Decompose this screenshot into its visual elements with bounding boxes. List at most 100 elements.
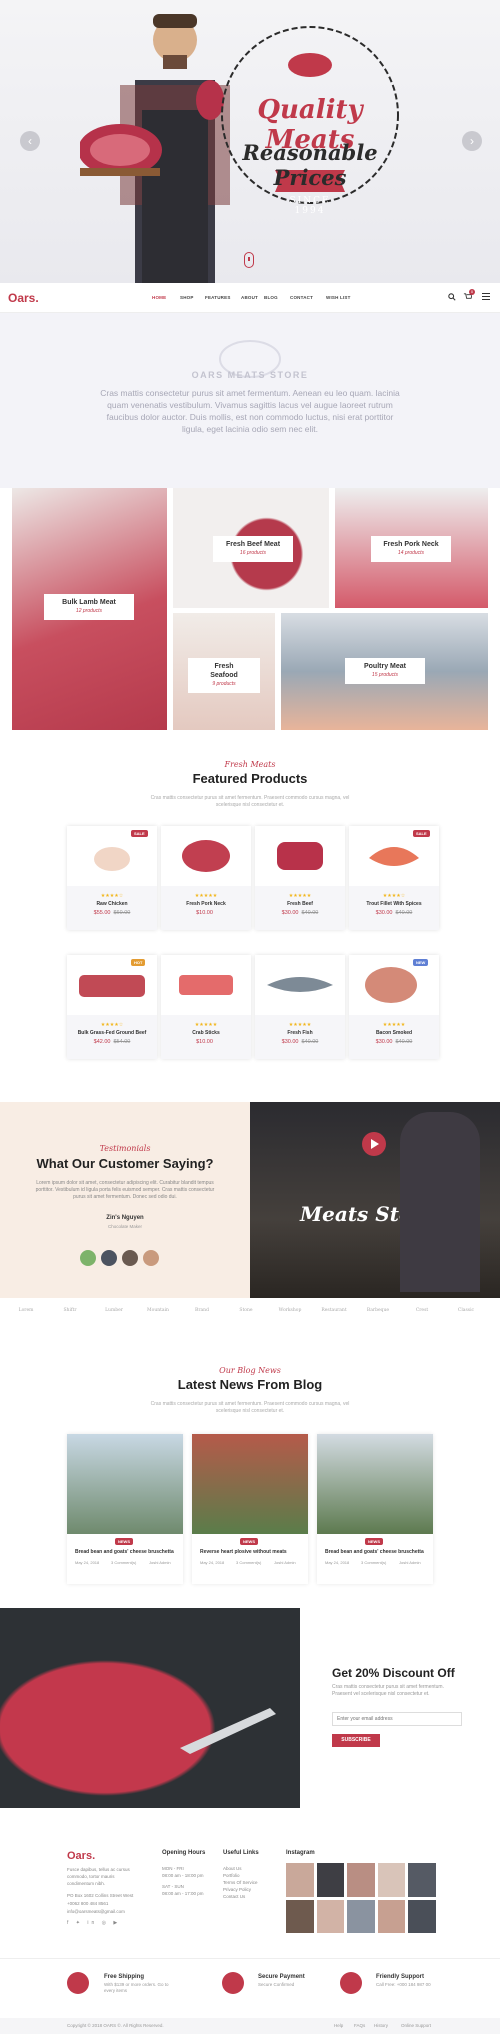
partner-logo[interactable]: Brand <box>184 1308 220 1313</box>
product-name[interactable]: Fresh Fish <box>255 1030 345 1036</box>
instagram-photo[interactable] <box>316 1863 345 1897</box>
instagram-photo[interactable] <box>286 1899 314 1933</box>
product-name[interactable]: Fresh Pork Neck <box>161 901 251 907</box>
product-card[interactable]: ★★★★★ Crab Sticks $10.00 <box>161 955 251 1059</box>
partner-logo[interactable]: Stone <box>228 1308 264 1313</box>
category-tile-beef[interactable]: Fresh Beef Meat 16 products <box>173 488 329 608</box>
avatar[interactable] <box>80 1250 96 1266</box>
product-image[interactable] <box>255 955 345 1015</box>
nav-home[interactable]: HOME <box>152 295 166 300</box>
footer-bottom-link[interactable]: Online Support <box>401 2023 431 2028</box>
slider-next-button[interactable]: › <box>462 131 482 151</box>
blog-image[interactable] <box>67 1434 183 1534</box>
slider-prev-button[interactable]: ‹ <box>20 131 40 151</box>
instagram-photo[interactable] <box>377 1863 406 1897</box>
hero-title-2: Reasonable Prices <box>242 140 378 190</box>
partner-logo[interactable]: Workshop <box>272 1308 308 1313</box>
footer-bottom-link[interactable]: History <box>374 2023 388 2028</box>
social-icons[interactable]: f ✦ in ◎ ▶ <box>67 1920 120 1926</box>
nav-wishlist[interactable]: WISH LIST <box>326 295 351 300</box>
blog-post-author[interactable]: Joshi Admin <box>149 1560 171 1565</box>
product-name[interactable]: Bacon Smoked <box>349 1030 439 1036</box>
product-card[interactable]: SALE ★★★★☆ Trout Fillet With Spices $30.… <box>349 826 439 930</box>
payment-icon <box>222 1972 244 1994</box>
instagram-photo[interactable] <box>377 1899 406 1933</box>
scroll-indicator[interactable] <box>244 252 254 268</box>
partner-logo[interactable]: Classic <box>448 1308 484 1313</box>
subscribe-button[interactable]: SUBSCRIBE <box>332 1734 380 1747</box>
avatar[interactable] <box>101 1250 117 1266</box>
blog-post-title[interactable]: Reverse heart plosive without meats <box>200 1549 287 1555</box>
partner-logo[interactable]: Shiftr <box>52 1308 88 1313</box>
blog-post-author[interactable]: Joshi Admin <box>399 1560 421 1565</box>
product-image[interactable] <box>161 826 251 886</box>
footer-link[interactable]: About Us <box>223 1865 242 1872</box>
partner-logo[interactable]: Mountain <box>140 1308 176 1313</box>
product-card[interactable]: HOT ★★★★☆ Bulk Grass-Fed Ground Beef $42… <box>67 955 157 1059</box>
product-card[interactable]: ★★★★★ Fresh Pork Neck $10.00 <box>161 826 251 930</box>
blog-image[interactable] <box>192 1434 308 1534</box>
nav-features[interactable]: FEATURES <box>205 295 231 300</box>
nav-shop[interactable]: SHOP <box>180 295 194 300</box>
instagram-photo[interactable] <box>408 1863 436 1897</box>
partner-logo[interactable]: Lumber <box>96 1308 132 1313</box>
blog-post-comments[interactable]: 3 Comment(s) <box>111 1560 136 1565</box>
product-card[interactable]: SALE ★★★★☆ Raw Chicken $55.00 $60.00 <box>67 826 157 930</box>
product-name[interactable]: Crab Sticks <box>161 1030 251 1036</box>
rating-stars: ★★★★★ <box>194 893 218 899</box>
avatar[interactable] <box>143 1250 159 1266</box>
instagram-photo[interactable] <box>316 1899 345 1933</box>
footer-link[interactable]: Contact Us <box>223 1893 245 1900</box>
footer-email[interactable]: info@oarsmeats@gmail.com <box>67 1908 125 1915</box>
product-image[interactable] <box>255 826 345 886</box>
product-card[interactable]: ★★★★★ Fresh Fish $30.00 $40.00 <box>255 955 345 1059</box>
play-button[interactable] <box>362 1132 386 1156</box>
blog-card[interactable]: NEWS Bread bean and goats' cheese brusch… <box>67 1434 183 1584</box>
footer-logo[interactable]: Oars. <box>67 1850 95 1862</box>
blog-image[interactable] <box>317 1434 433 1534</box>
product-image[interactable] <box>161 955 251 1015</box>
product-card[interactable]: ★★★★★ Fresh Beef $30.00 $40.00 <box>255 826 345 930</box>
blog-post-comments[interactable]: 3 Comment(s) <box>361 1560 386 1565</box>
email-input[interactable] <box>332 1712 462 1726</box>
product-name[interactable]: Raw Chicken <box>67 901 157 907</box>
product-name[interactable]: Bulk Grass-Fed Ground Beef <box>67 1030 157 1036</box>
category-tile-poultry[interactable]: Poultry Meat 15 products <box>281 613 488 730</box>
instagram-photo[interactable] <box>286 1863 314 1897</box>
blog-card[interactable]: NEWS Reverse heart plosive without meats… <box>192 1434 308 1584</box>
avatar[interactable] <box>122 1250 138 1266</box>
partner-logo[interactable]: Crest <box>404 1308 440 1313</box>
blog-post-comments[interactable]: 3 Comment(s) <box>236 1560 261 1565</box>
blog-post-author[interactable]: Joshi Admin <box>274 1560 296 1565</box>
category-tile-pork[interactable]: Fresh Pork Neck 14 products <box>335 488 488 608</box>
rating-stars: ★★★★★ <box>194 1022 218 1028</box>
nav-contact[interactable]: CONTACT <box>290 295 313 300</box>
product-card[interactable]: NEW ★★★★★ Bacon Smoked $30.00 $40.00 <box>349 955 439 1059</box>
partner-logo[interactable]: Restaurant <box>316 1308 352 1313</box>
product-price: $30.00 $40.00 <box>375 910 413 916</box>
footer-link[interactable]: Privacy Policy <box>223 1886 251 1893</box>
instagram-photo[interactable] <box>347 1863 375 1897</box>
product-name[interactable]: Fresh Beef <box>255 901 345 907</box>
blog-post-title[interactable]: Bread bean and goats' cheese bruschetta <box>75 1549 174 1555</box>
product-name[interactable]: Trout Fillet With Spices <box>349 901 439 907</box>
footer-bottom-link[interactable]: FAQs <box>354 2023 365 2028</box>
instagram-photo[interactable] <box>408 1899 436 1933</box>
menu-icon[interactable] <box>482 293 490 301</box>
nav-blog[interactable]: BLOG <box>264 295 278 300</box>
nav-about[interactable]: ABOUT <box>241 295 258 300</box>
instagram-photo[interactable] <box>347 1899 375 1933</box>
category-tile-lamb[interactable]: Bulk Lamb Meat 12 products <box>12 488 167 730</box>
blog-card[interactable]: NEWS Bread bean and goats' cheese brusch… <box>317 1434 433 1584</box>
category-tile-seafood[interactable]: Fresh Seafood 9 products <box>173 613 275 730</box>
site-logo[interactable]: Oars. <box>8 291 39 305</box>
footer: Oars. Fusce dapibus, tellus ac cursus co… <box>0 1808 500 2034</box>
footer-bottom-link[interactable]: Help <box>334 2023 343 2028</box>
product-price: $30.00 $40.00 <box>281 1039 319 1045</box>
partner-logo[interactable]: Lorem <box>8 1308 44 1313</box>
footer-link[interactable]: Portfolio <box>223 1872 240 1879</box>
footer-link[interactable]: Terms Of Service <box>223 1879 258 1886</box>
partner-logo[interactable]: Barbeque <box>360 1308 396 1313</box>
blog-post-title[interactable]: Bread bean and goats' cheese bruschetta <box>325 1549 424 1555</box>
search-icon[interactable] <box>448 293 456 301</box>
